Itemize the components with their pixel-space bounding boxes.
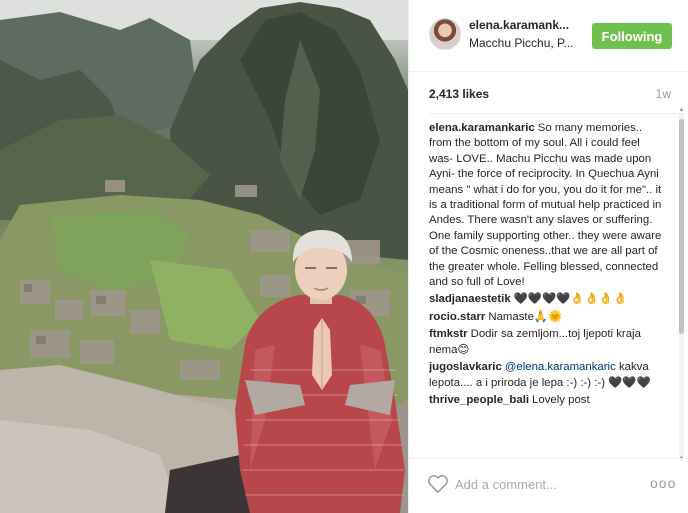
post-age[interactable]: 1w <box>656 87 671 101</box>
user-info: elena.karamank... Macchu Picchu, P... <box>469 18 585 50</box>
post-location[interactable]: Macchu Picchu, P... <box>469 36 585 50</box>
comments-list[interactable]: elena.karamankaric So many memories.. fro… <box>429 113 679 456</box>
avatar[interactable] <box>429 18 461 50</box>
comment-username[interactable]: rocio.starr <box>429 311 485 323</box>
comment-item: elena.karamankaric So many memories.. fro… <box>429 121 679 290</box>
comment-item: sladjanaestetik 🖤🖤🖤🖤👌👌👌👌 <box>429 292 679 307</box>
comment-username[interactable]: ftmkstr <box>429 328 468 340</box>
add-comment-input[interactable] <box>455 473 635 495</box>
following-button[interactable]: Following <box>592 23 672 49</box>
scroll-thumb[interactable] <box>679 119 684 334</box>
post-photo[interactable] <box>0 0 408 513</box>
more-options-icon[interactable]: ooo <box>650 475 675 491</box>
heart-icon[interactable] <box>428 475 448 493</box>
comment-item: rocio.starr Namaste🙏🌞 <box>429 310 679 325</box>
comments-scrollbar[interactable]: ▲ ▼ <box>679 107 685 462</box>
comment-text: Lovely post <box>532 393 590 406</box>
comment-username[interactable]: elena.karamankaric <box>429 122 535 134</box>
comment-username[interactable]: jugoslavkaric <box>429 361 502 373</box>
comment-item: ftmkstr Dodir sa zemljom...toj ljepoti kr… <box>429 327 679 358</box>
comment-text: So many memories.. from the bottom of my… <box>429 122 662 289</box>
comment-footer: ooo <box>409 458 688 513</box>
comment-item: jugoslavkaric @elena.karamankaric kakva l… <box>429 360 679 391</box>
likes-count[interactable]: 2,413 likes <box>429 87 489 101</box>
likes-row: 2,413 likes 1w <box>429 87 671 101</box>
post-header: elena.karamank... Macchu Picchu, P... Fo… <box>409 0 688 72</box>
machu-picchu-scene <box>0 0 408 513</box>
comment-username[interactable]: sladjanaestetik <box>429 293 511 305</box>
post-details-panel: elena.karamank... Macchu Picchu, P... Fo… <box>408 0 688 513</box>
comment-text: Namaste🙏🌞 <box>488 310 563 323</box>
comment-username[interactable]: thrive_people_bali <box>429 394 529 406</box>
post-username[interactable]: elena.karamank... <box>469 18 585 32</box>
comment-item: thrive_people_bali Lovely post <box>429 393 679 408</box>
comment-mention[interactable]: @elena.karamankaric <box>505 361 616 373</box>
comment-text: 🖤🖤🖤🖤👌👌👌👌 <box>513 293 628 306</box>
scroll-up-icon[interactable]: ▲ <box>678 107 685 113</box>
